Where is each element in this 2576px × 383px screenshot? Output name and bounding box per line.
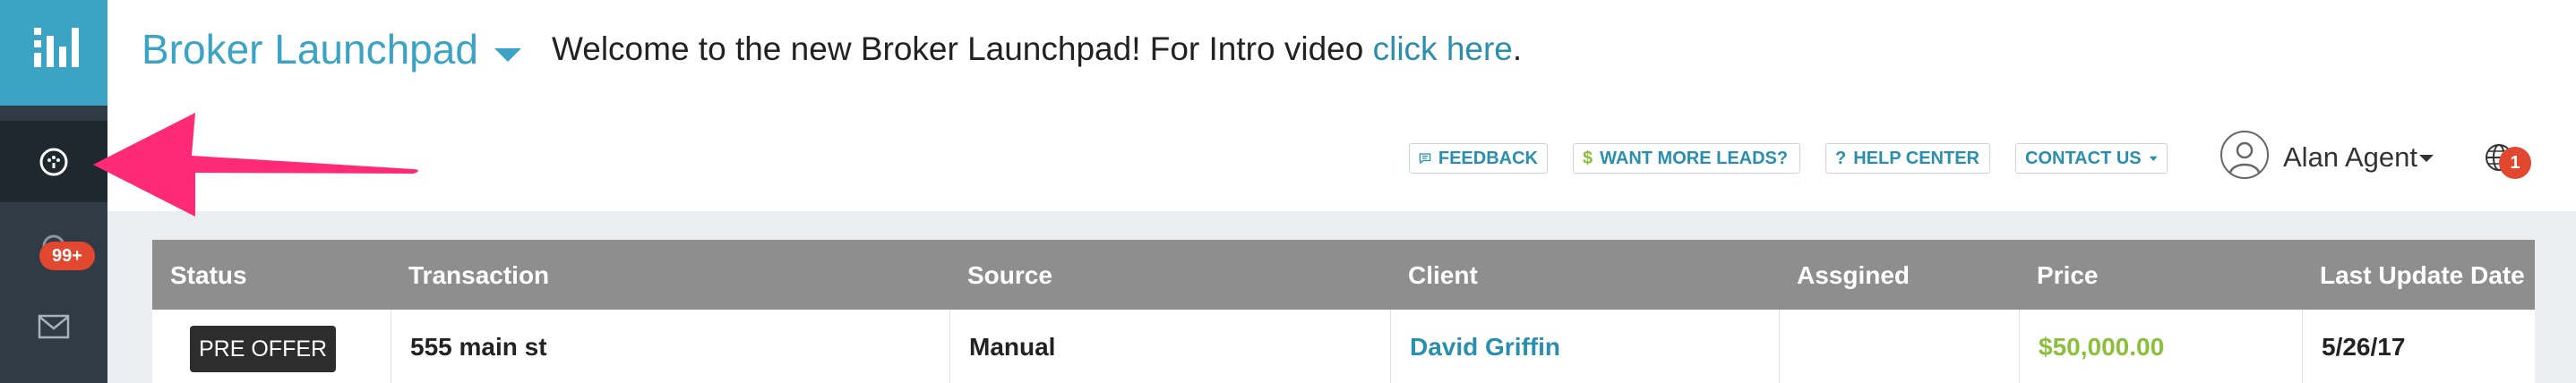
language-selector[interactable]: 1	[2483, 141, 2531, 179]
help-center-label: HELP CENTER	[1853, 148, 1979, 168]
intro-video-link[interactable]: click here	[1373, 30, 1513, 67]
welcome-trailing: .	[1512, 30, 1523, 67]
table-row[interactable]: PRE OFFER 555 main st Manual David Griff…	[152, 310, 2535, 383]
column-header-source[interactable]: Source	[967, 261, 1052, 290]
column-divider	[1390, 310, 1391, 383]
price-cell: $50,000.00	[2039, 333, 2165, 361]
chevron-down-icon[interactable]	[494, 48, 521, 62]
transaction-cell[interactable]: 555 main st	[410, 333, 547, 362]
contact-us-label: CONTACT US	[2025, 148, 2142, 168]
notification-badge: 1	[2499, 147, 2531, 179]
welcome-banner: Welcome to the new Broker Launchpad! For…	[552, 30, 1522, 68]
chevron-down-icon	[2149, 156, 2158, 161]
column-divider	[1779, 310, 1780, 383]
column-header-transaction[interactable]: Transaction	[408, 261, 549, 290]
want-more-leads-button[interactable]: $ WANT MORE LEADS?	[1573, 143, 1800, 174]
column-divider	[949, 310, 950, 383]
column-header-client[interactable]: Client	[1408, 261, 1478, 290]
column-header-last-update[interactable]: Last Update Date	[2320, 261, 2525, 290]
dollar-icon: $	[1583, 148, 1593, 168]
column-header-price[interactable]: Price	[2037, 261, 2099, 290]
question-icon: ?	[1835, 148, 1847, 168]
comment-icon	[1419, 153, 1431, 165]
column-divider	[2019, 310, 2020, 383]
welcome-text: Welcome to the new Broker Launchpad! For…	[552, 30, 1373, 67]
avatar[interactable]	[2220, 131, 2269, 179]
want-more-leads-label: WANT MORE LEADS?	[1600, 148, 1789, 168]
source-cell: Manual	[969, 333, 1056, 361]
column-header-status[interactable]: Status	[170, 261, 247, 290]
column-divider	[2302, 310, 2303, 383]
help-center-button[interactable]: ? HELP CENTER	[1825, 143, 1990, 174]
table-header: Status Transaction Source Client Assgine…	[152, 240, 2535, 310]
feedback-button[interactable]: FEEDBACK	[1409, 143, 1548, 174]
chevron-down-icon[interactable]	[2419, 155, 2434, 162]
status-badge: PRE OFFER	[190, 326, 337, 372]
sidebar-item-messages[interactable]	[0, 300, 107, 353]
envelope-icon	[38, 314, 70, 339]
column-header-assigned[interactable]: Assgined	[1797, 261, 1910, 290]
user-name[interactable]: Alan Agent	[2283, 141, 2417, 174]
feedback-label: FEEDBACK	[1438, 148, 1538, 168]
annotation-arrow	[93, 113, 418, 217]
contact-us-button[interactable]: CONTACT US	[2015, 143, 2168, 174]
client-link[interactable]: David Griffin	[1410, 333, 1560, 362]
last-update-cell: 5/26/17	[2322, 333, 2406, 361]
leads-count-badge: 99+	[39, 242, 95, 270]
